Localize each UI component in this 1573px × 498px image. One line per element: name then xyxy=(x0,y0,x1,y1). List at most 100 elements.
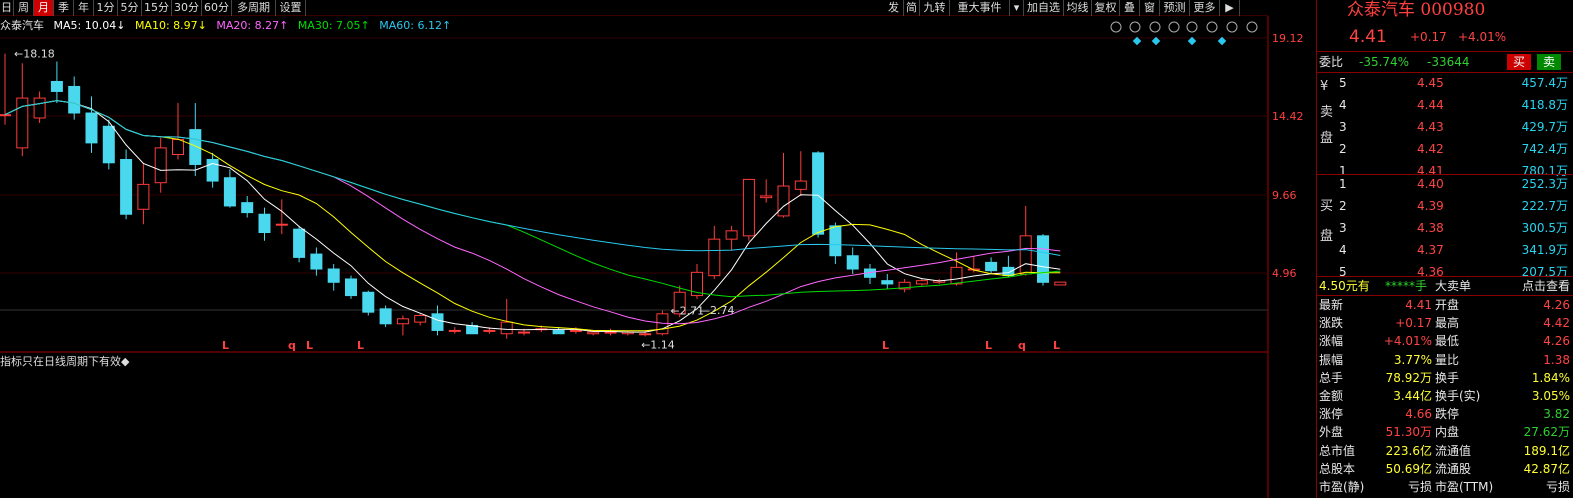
period-tab-4[interactable]: 年 xyxy=(74,0,94,16)
toolbar-btn-6[interactable]: 均线 xyxy=(1064,0,1092,16)
candle-body[interactable] xyxy=(431,313,444,331)
candle-body[interactable] xyxy=(742,178,755,237)
candle-body[interactable] xyxy=(777,185,790,217)
candle-body[interactable] xyxy=(708,238,721,277)
period-tab-3[interactable]: 季 xyxy=(54,0,74,16)
bid-price[interactable]: 4.40 xyxy=(1417,175,1444,193)
candle-body[interactable] xyxy=(950,266,963,285)
candle-body[interactable] xyxy=(85,112,98,144)
ask-price[interactable]: 4.42 xyxy=(1417,140,1444,158)
candle-body[interactable] xyxy=(604,331,617,334)
toolbar-btn-1[interactable]: 简 xyxy=(904,0,920,16)
bigorder-link[interactable]: 点击查看 xyxy=(1522,277,1570,295)
buy-button[interactable]: 买 xyxy=(1507,54,1531,70)
toolbar-btn-9[interactable]: 窗 xyxy=(1140,0,1160,16)
candle-body[interactable] xyxy=(639,333,652,336)
event-marker[interactable]: L xyxy=(357,339,364,352)
candle-body[interactable] xyxy=(50,80,63,92)
period-tab-11[interactable]: 设置 xyxy=(276,0,306,16)
ask-price[interactable]: 4.44 xyxy=(1417,96,1444,114)
candle-body[interactable] xyxy=(448,329,461,332)
toolbar-btn-2[interactable]: 九转 xyxy=(920,0,950,16)
event-marker[interactable]: q xyxy=(288,339,296,352)
toolbar-btn-10[interactable]: 预测 xyxy=(1160,0,1190,16)
event-marker[interactable]: L xyxy=(985,339,992,352)
y-tick-label: 19.12 xyxy=(1272,32,1304,45)
toolbar-btn-0[interactable]: 发 xyxy=(884,0,904,16)
candle-body[interactable] xyxy=(189,129,202,165)
candle-body[interactable] xyxy=(258,213,271,234)
stat-row: 最新 4.41 开盘 4.26 xyxy=(1317,296,1573,314)
candle-body[interactable] xyxy=(241,202,254,214)
candle-body[interactable] xyxy=(846,255,859,270)
candle-body[interactable] xyxy=(829,225,842,257)
bid-price[interactable]: 4.39 xyxy=(1417,197,1444,215)
candle-body[interactable] xyxy=(293,228,306,258)
toolbar-btn-11[interactable]: 更多 xyxy=(1190,0,1220,16)
sell-button[interactable]: 卖 xyxy=(1537,54,1561,70)
toolbar-btn-3[interactable]: 重大事件 xyxy=(950,0,1010,16)
candle-body[interactable] xyxy=(120,158,133,215)
candle-body[interactable] xyxy=(725,230,738,240)
candle-body[interactable] xyxy=(569,329,582,332)
toolbar-btn-8[interactable]: 叠 xyxy=(1120,0,1140,16)
candle-body[interactable] xyxy=(483,329,496,332)
weibi-label: 委比 xyxy=(1319,55,1344,69)
candle-body[interactable] xyxy=(794,180,807,190)
candle-body[interactable] xyxy=(379,308,392,325)
candle-body[interactable] xyxy=(881,280,894,285)
toolbar-btn-12[interactable]: ▶ xyxy=(1220,0,1240,16)
candle-body[interactable] xyxy=(137,183,150,210)
candle-body[interactable] xyxy=(915,280,928,285)
candle-body[interactable] xyxy=(206,158,219,182)
candle-body[interactable] xyxy=(154,147,167,184)
event-marker[interactable]: L xyxy=(222,339,229,352)
toolbar-btn-4[interactable]: ▾ xyxy=(1010,0,1024,16)
bigorder-type: 大卖单 xyxy=(1435,279,1472,293)
candle-body[interactable] xyxy=(102,125,115,164)
period-tab-7[interactable]: 15分 xyxy=(142,0,172,16)
stat-row: 振幅 3.77% 量比 1.38 xyxy=(1317,351,1573,369)
candle-body[interactable] xyxy=(327,268,340,283)
candle-body[interactable] xyxy=(500,321,513,335)
period-tab-2[interactable]: 月 xyxy=(34,0,54,16)
candle-body[interactable] xyxy=(1037,235,1049,283)
candle-body[interactable] xyxy=(172,139,184,156)
toolbar-btn-7[interactable]: 复权 xyxy=(1092,0,1120,16)
candle-body[interactable] xyxy=(396,318,409,325)
candle-body[interactable] xyxy=(33,97,46,119)
candlestick-chart[interactable]: 19.1214.429.664.96←18.18←1.14←2.71—2.74L… xyxy=(0,0,1316,498)
event-marker[interactable]: L xyxy=(882,339,889,352)
candle-body[interactable] xyxy=(985,261,998,272)
period-tab-10[interactable]: 多周期 xyxy=(232,0,276,16)
candle-body[interactable] xyxy=(760,195,773,199)
candle-body[interactable] xyxy=(345,278,357,297)
ask-price[interactable]: 4.45 xyxy=(1417,74,1444,92)
ask-price[interactable]: 4.43 xyxy=(1417,118,1444,136)
candle-body[interactable] xyxy=(68,85,81,114)
candle-body[interactable] xyxy=(552,329,565,335)
candle-body[interactable] xyxy=(587,331,600,335)
toolbar-btn-5[interactable]: 加自选 xyxy=(1024,0,1064,16)
event-marker[interactable]: L xyxy=(306,339,313,352)
candle-body[interactable] xyxy=(414,314,427,323)
bid-price[interactable]: 4.38 xyxy=(1417,219,1444,237)
candle-body[interactable] xyxy=(1019,235,1032,275)
period-tab-9[interactable]: 60分 xyxy=(202,0,232,16)
candle-body[interactable] xyxy=(310,253,323,270)
period-tab-5[interactable]: 1分 xyxy=(94,0,118,16)
candle-body[interactable] xyxy=(275,223,288,226)
bid-price[interactable]: 4.37 xyxy=(1417,241,1444,259)
candle-body[interactable] xyxy=(223,177,236,207)
candle-body[interactable] xyxy=(362,291,375,313)
candle-body[interactable] xyxy=(518,331,530,334)
candle-body[interactable] xyxy=(1002,266,1015,277)
period-tab-6[interactable]: 5分 xyxy=(118,0,142,16)
period-tab-0[interactable]: 日 xyxy=(0,0,14,16)
candle-body[interactable] xyxy=(1054,281,1067,286)
event-marker[interactable]: q xyxy=(1018,339,1026,352)
period-tab-1[interactable]: 周 xyxy=(14,0,34,16)
event-marker[interactable]: L xyxy=(1053,339,1060,352)
candle-body[interactable] xyxy=(812,152,825,235)
period-tab-8[interactable]: 30分 xyxy=(172,0,202,16)
